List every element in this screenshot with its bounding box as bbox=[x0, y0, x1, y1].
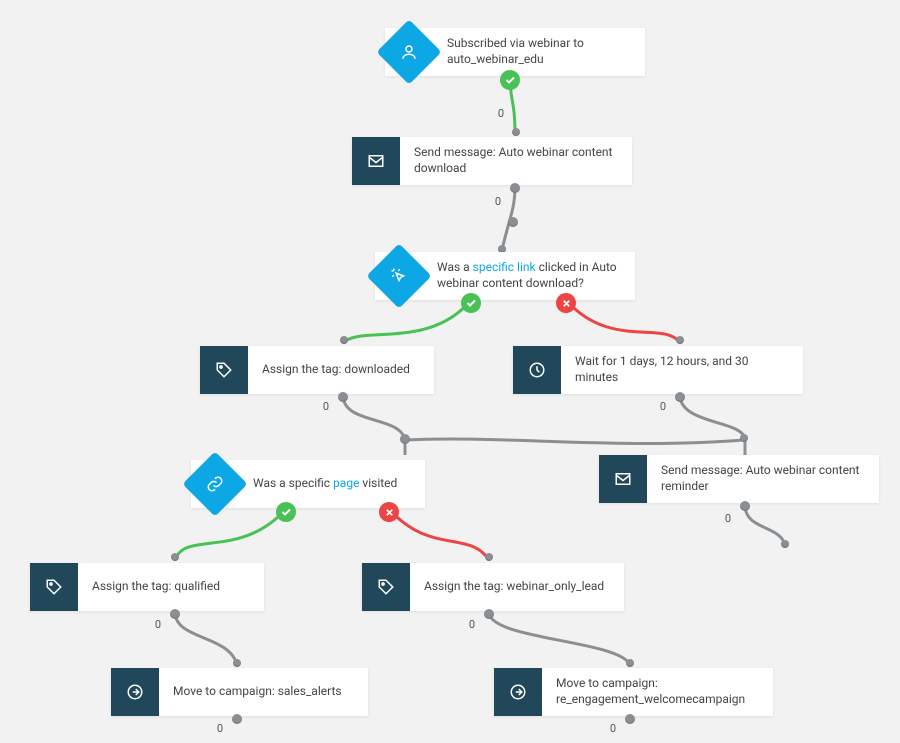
connector-dot bbox=[508, 217, 518, 227]
count-label: 0 bbox=[467, 618, 477, 631]
connector-dot bbox=[340, 336, 348, 344]
count-label: 0 bbox=[215, 722, 225, 735]
tag-icon bbox=[200, 346, 248, 394]
check-badge bbox=[461, 293, 481, 313]
connector-dot bbox=[625, 714, 635, 724]
count-label: 0 bbox=[153, 618, 163, 631]
action-send-reminder[interactable]: Send message: Auto webinar content remin… bbox=[599, 455, 879, 503]
action-send-download[interactable]: Send message: Auto webinar content downl… bbox=[352, 137, 632, 185]
trigger-subscribed[interactable]: Subscribed via webinar to auto_webinar_e… bbox=[385, 28, 645, 76]
count-label: 0 bbox=[723, 512, 733, 525]
action-tag-qualified-label: Assign the tag: qualified bbox=[78, 563, 264, 611]
envelope-icon bbox=[599, 455, 647, 503]
condition-page-visited-label: Was a specific page visited bbox=[239, 460, 425, 508]
condition-specific-link-label: Was a specific link clicked in Auto webi… bbox=[423, 252, 635, 300]
action-tag-downloaded-label: Assign the tag: downloaded bbox=[248, 346, 434, 394]
action-wait-label: Wait for 1 days, 12 hours, and 30 minute… bbox=[561, 346, 803, 394]
condition-specific-link[interactable]: Was a specific link clicked in Auto webi… bbox=[375, 252, 635, 300]
action-move-reengagement-label: Move to campaign: re_engagement_welcomec… bbox=[542, 668, 773, 716]
connector-dot bbox=[512, 128, 520, 136]
count-label: 0 bbox=[608, 722, 618, 735]
arrow-circle-icon bbox=[111, 668, 159, 716]
action-tag-webinar-lead[interactable]: Assign the tag: webinar_only_lead bbox=[362, 563, 624, 611]
action-tag-webinar-lead-label: Assign the tag: webinar_only_lead bbox=[410, 563, 624, 611]
action-move-sales[interactable]: Move to campaign: sales_alerts bbox=[111, 668, 368, 716]
connector-dot bbox=[676, 336, 684, 344]
action-tag-qualified[interactable]: Assign the tag: qualified bbox=[30, 563, 264, 611]
connector-dot bbox=[740, 434, 748, 442]
person-icon bbox=[385, 28, 433, 76]
connector-dot bbox=[232, 714, 242, 724]
trigger-subscribed-label: Subscribed via webinar to auto_webinar_e… bbox=[433, 28, 645, 76]
cross-badge bbox=[556, 293, 576, 313]
tag-icon bbox=[362, 563, 410, 611]
connector-dot bbox=[626, 659, 634, 667]
connector-dot bbox=[510, 183, 520, 193]
link-icon bbox=[191, 460, 239, 508]
connector-dot bbox=[170, 609, 180, 619]
action-send-reminder-label: Send message: Auto webinar content remin… bbox=[647, 455, 879, 503]
action-move-sales-label: Move to campaign: sales_alerts bbox=[159, 668, 368, 716]
check-badge bbox=[276, 502, 296, 522]
condition-page-visited[interactable]: Was a specific page visited bbox=[191, 460, 425, 508]
action-send-download-label: Send message: Auto webinar content downl… bbox=[400, 137, 632, 185]
count-label: 0 bbox=[321, 400, 331, 413]
connector-dot bbox=[233, 659, 241, 667]
count-label: 0 bbox=[496, 107, 506, 120]
action-tag-downloaded[interactable]: Assign the tag: downloaded bbox=[200, 346, 434, 394]
cross-badge bbox=[379, 502, 399, 522]
count-label: 0 bbox=[658, 400, 668, 413]
connector-dot bbox=[400, 434, 410, 444]
connector-dot bbox=[338, 392, 348, 402]
action-wait[interactable]: Wait for 1 days, 12 hours, and 30 minute… bbox=[513, 346, 803, 394]
clock-icon bbox=[513, 346, 561, 394]
action-move-reengagement[interactable]: Move to campaign: re_engagement_welcomec… bbox=[494, 668, 773, 716]
connector-dot bbox=[485, 553, 493, 561]
connector-dot bbox=[484, 609, 494, 619]
envelope-icon bbox=[352, 137, 400, 185]
cursor-click-icon bbox=[375, 252, 423, 300]
tag-icon bbox=[30, 563, 78, 611]
connector-dot bbox=[171, 553, 179, 561]
check-badge bbox=[500, 70, 520, 90]
arrow-circle-icon bbox=[494, 668, 542, 716]
connector-dot bbox=[740, 501, 750, 511]
count-label: 0 bbox=[493, 195, 503, 208]
connector-dot bbox=[781, 540, 789, 548]
connector-dot bbox=[675, 392, 685, 402]
